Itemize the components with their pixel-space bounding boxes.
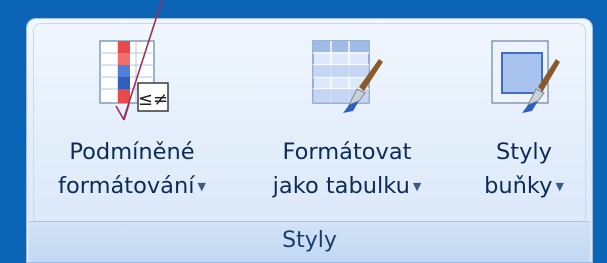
annotation-arrow xyxy=(115,0,163,121)
